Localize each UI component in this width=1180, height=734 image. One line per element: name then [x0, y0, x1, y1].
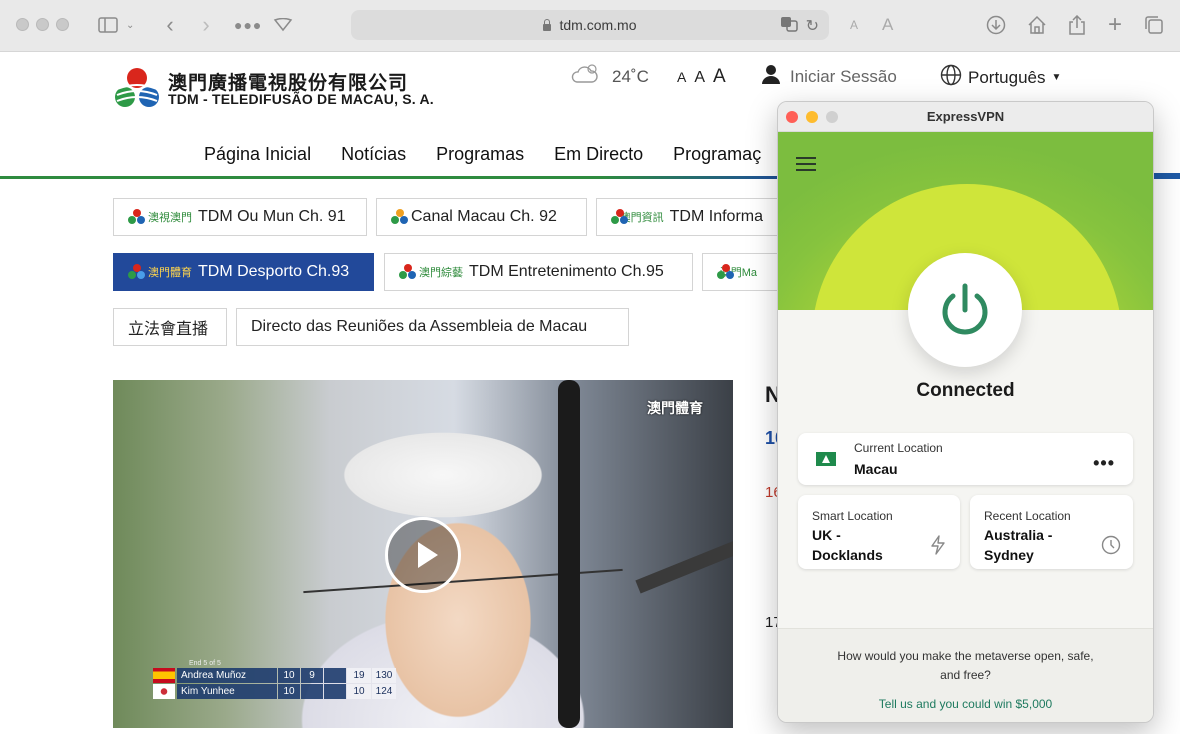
lightning-icon	[930, 535, 946, 560]
vpn-zoom-button[interactable]	[826, 111, 838, 123]
tdm-channel-icon	[399, 264, 417, 280]
reload-icon[interactable]: ↻	[806, 16, 819, 36]
expressvpn-window: ExpressVPN Connected Current Location Ma…	[777, 101, 1154, 723]
minimize-window-button[interactable]	[36, 18, 49, 31]
more-options-icon[interactable]: •••	[1093, 453, 1115, 474]
canal-macau-icon	[391, 209, 409, 225]
channel-button-macau-cut[interactable]: 澳門Ma	[702, 253, 778, 291]
more-icon[interactable]: ●●●	[234, 12, 262, 38]
new-tab-icon[interactable]: +	[1105, 11, 1125, 38]
channel-button-canal-macau[interactable]: Canal Macau Ch. 92	[376, 198, 587, 236]
login-label: Iniciar Sessão	[790, 66, 897, 86]
channel-button-assembly-meetings[interactable]: Directo das Reuniões da Assembleia de Ma…	[236, 308, 629, 346]
score-row: Andrea Muñoz 10 9 19 130	[153, 668, 407, 683]
nav-item-live[interactable]: Em Directo	[554, 144, 643, 165]
channel-button-entretenimento[interactable]: 澳門綜藝 TDM Entretenimento Ch.95	[384, 253, 693, 291]
power-icon	[942, 283, 988, 335]
zoom-window-button[interactable]	[56, 18, 69, 31]
font-size-selector: A A A	[677, 66, 726, 88]
browser-toolbar: ⌄ ‹ › ●●● tdm.com.mo ↻ A A +	[0, 0, 1180, 52]
promo-question: How would you make the metaverse open, s…	[837, 649, 1094, 682]
font-size-small-button[interactable]: A	[677, 69, 686, 85]
nav-divider-accent	[600, 176, 780, 179]
video-player[interactable]: 澳門體育 End 5 of 5 Andrea Muñoz 10 9 19 130…	[113, 380, 733, 728]
text-smaller-button[interactable]: A	[850, 12, 858, 38]
translate-icon[interactable]	[780, 16, 798, 36]
video-frame-bow	[558, 380, 580, 728]
tdm-logo-icon[interactable]	[113, 67, 161, 111]
current-location-card[interactable]: Current Location Macau •••	[798, 433, 1133, 485]
recent-location-card[interactable]: Recent Location Australia - Sydney	[970, 495, 1133, 569]
cloud-sun-icon	[570, 62, 600, 91]
language-selector[interactable]: Português ▼	[940, 64, 1061, 91]
nav-item-schedule[interactable]: Programaç	[673, 144, 761, 165]
power-button[interactable]	[908, 253, 1022, 367]
clock-icon	[1101, 535, 1121, 560]
smart-location-card[interactable]: Smart Location UK - Docklands	[798, 495, 960, 569]
sidebar-icon[interactable]	[96, 12, 120, 38]
language-label: Português	[968, 67, 1046, 87]
login-link[interactable]: Iniciar Sessão	[762, 64, 897, 89]
tdm-channel-icon	[128, 209, 146, 225]
caret-down-icon: ▼	[1051, 72, 1062, 83]
spain-flag-icon	[153, 668, 175, 683]
text-larger-button[interactable]: A	[882, 12, 893, 38]
address-bar[interactable]: tdm.com.mo ↻	[351, 10, 829, 40]
font-size-medium-button[interactable]: A	[694, 69, 705, 87]
scoreboard: End 5 of 5 Andrea Muñoz 10 9 19 130 Kim …	[153, 660, 407, 700]
tab-overview-icon[interactable]	[1143, 12, 1165, 38]
brand-name-portuguese: TDM - TELEDIFUSÃO DE MACAU, S. A.	[168, 91, 434, 107]
main-nav: Página Inicial Notícias Programas Em Dir…	[204, 144, 761, 165]
chevron-down-icon[interactable]: ⌄	[126, 12, 134, 38]
close-window-button[interactable]	[16, 18, 29, 31]
tdm-channel-icon	[611, 209, 628, 225]
lock-icon	[543, 18, 552, 31]
tdm-channel-icon	[128, 264, 146, 280]
shield-icon[interactable]	[272, 12, 294, 38]
video-frame-stabilizer	[635, 516, 733, 594]
share-icon[interactable]	[1067, 12, 1087, 38]
score-row: Kim Yunhee 10 10 124	[153, 684, 407, 699]
promo-link[interactable]: Tell us and you could win $5,000	[778, 697, 1153, 711]
nav-item-programs[interactable]: Programas	[436, 144, 524, 165]
globe-icon	[940, 64, 962, 91]
user-icon	[762, 64, 780, 89]
nav-item-news[interactable]: Notícias	[341, 144, 406, 165]
hamburger-menu-icon[interactable]	[796, 157, 816, 171]
macau-flag-icon	[816, 452, 836, 466]
connection-status: Connected	[916, 380, 1015, 401]
channel-button-informacao[interactable]: 澳門資訊 TDM Informa	[596, 198, 778, 236]
vpn-close-button[interactable]	[786, 111, 798, 123]
back-button[interactable]: ‹	[160, 12, 180, 38]
korea-flag-icon	[153, 684, 175, 699]
url-text: tdm.com.mo	[559, 17, 637, 33]
home-icon[interactable]	[1026, 12, 1048, 38]
channel-watermark: 澳門體育	[647, 400, 703, 416]
vpn-minimize-button[interactable]	[806, 111, 818, 123]
download-icon[interactable]	[985, 12, 1007, 38]
nav-item-home[interactable]: Página Inicial	[204, 144, 311, 165]
play-button[interactable]	[385, 517, 461, 593]
font-size-large-button[interactable]: A	[713, 66, 726, 88]
weather-widget: 24˚C	[570, 62, 649, 91]
vpn-promo-footer: How would you make the metaverse open, s…	[778, 628, 1153, 722]
tdm-channel-icon	[717, 264, 734, 280]
channel-button-legislative-live[interactable]: 立法會直播	[113, 308, 227, 346]
channel-button-ou-mun[interactable]: 澳視澳門 TDM Ou Mun Ch. 91	[113, 198, 367, 236]
forward-button[interactable]: ›	[196, 12, 216, 38]
temperature: 24˚C	[612, 66, 649, 86]
nav-divider-accent-right	[1154, 173, 1180, 179]
channel-button-desporto[interactable]: 澳門體育 TDM Desporto Ch.93	[113, 253, 374, 291]
